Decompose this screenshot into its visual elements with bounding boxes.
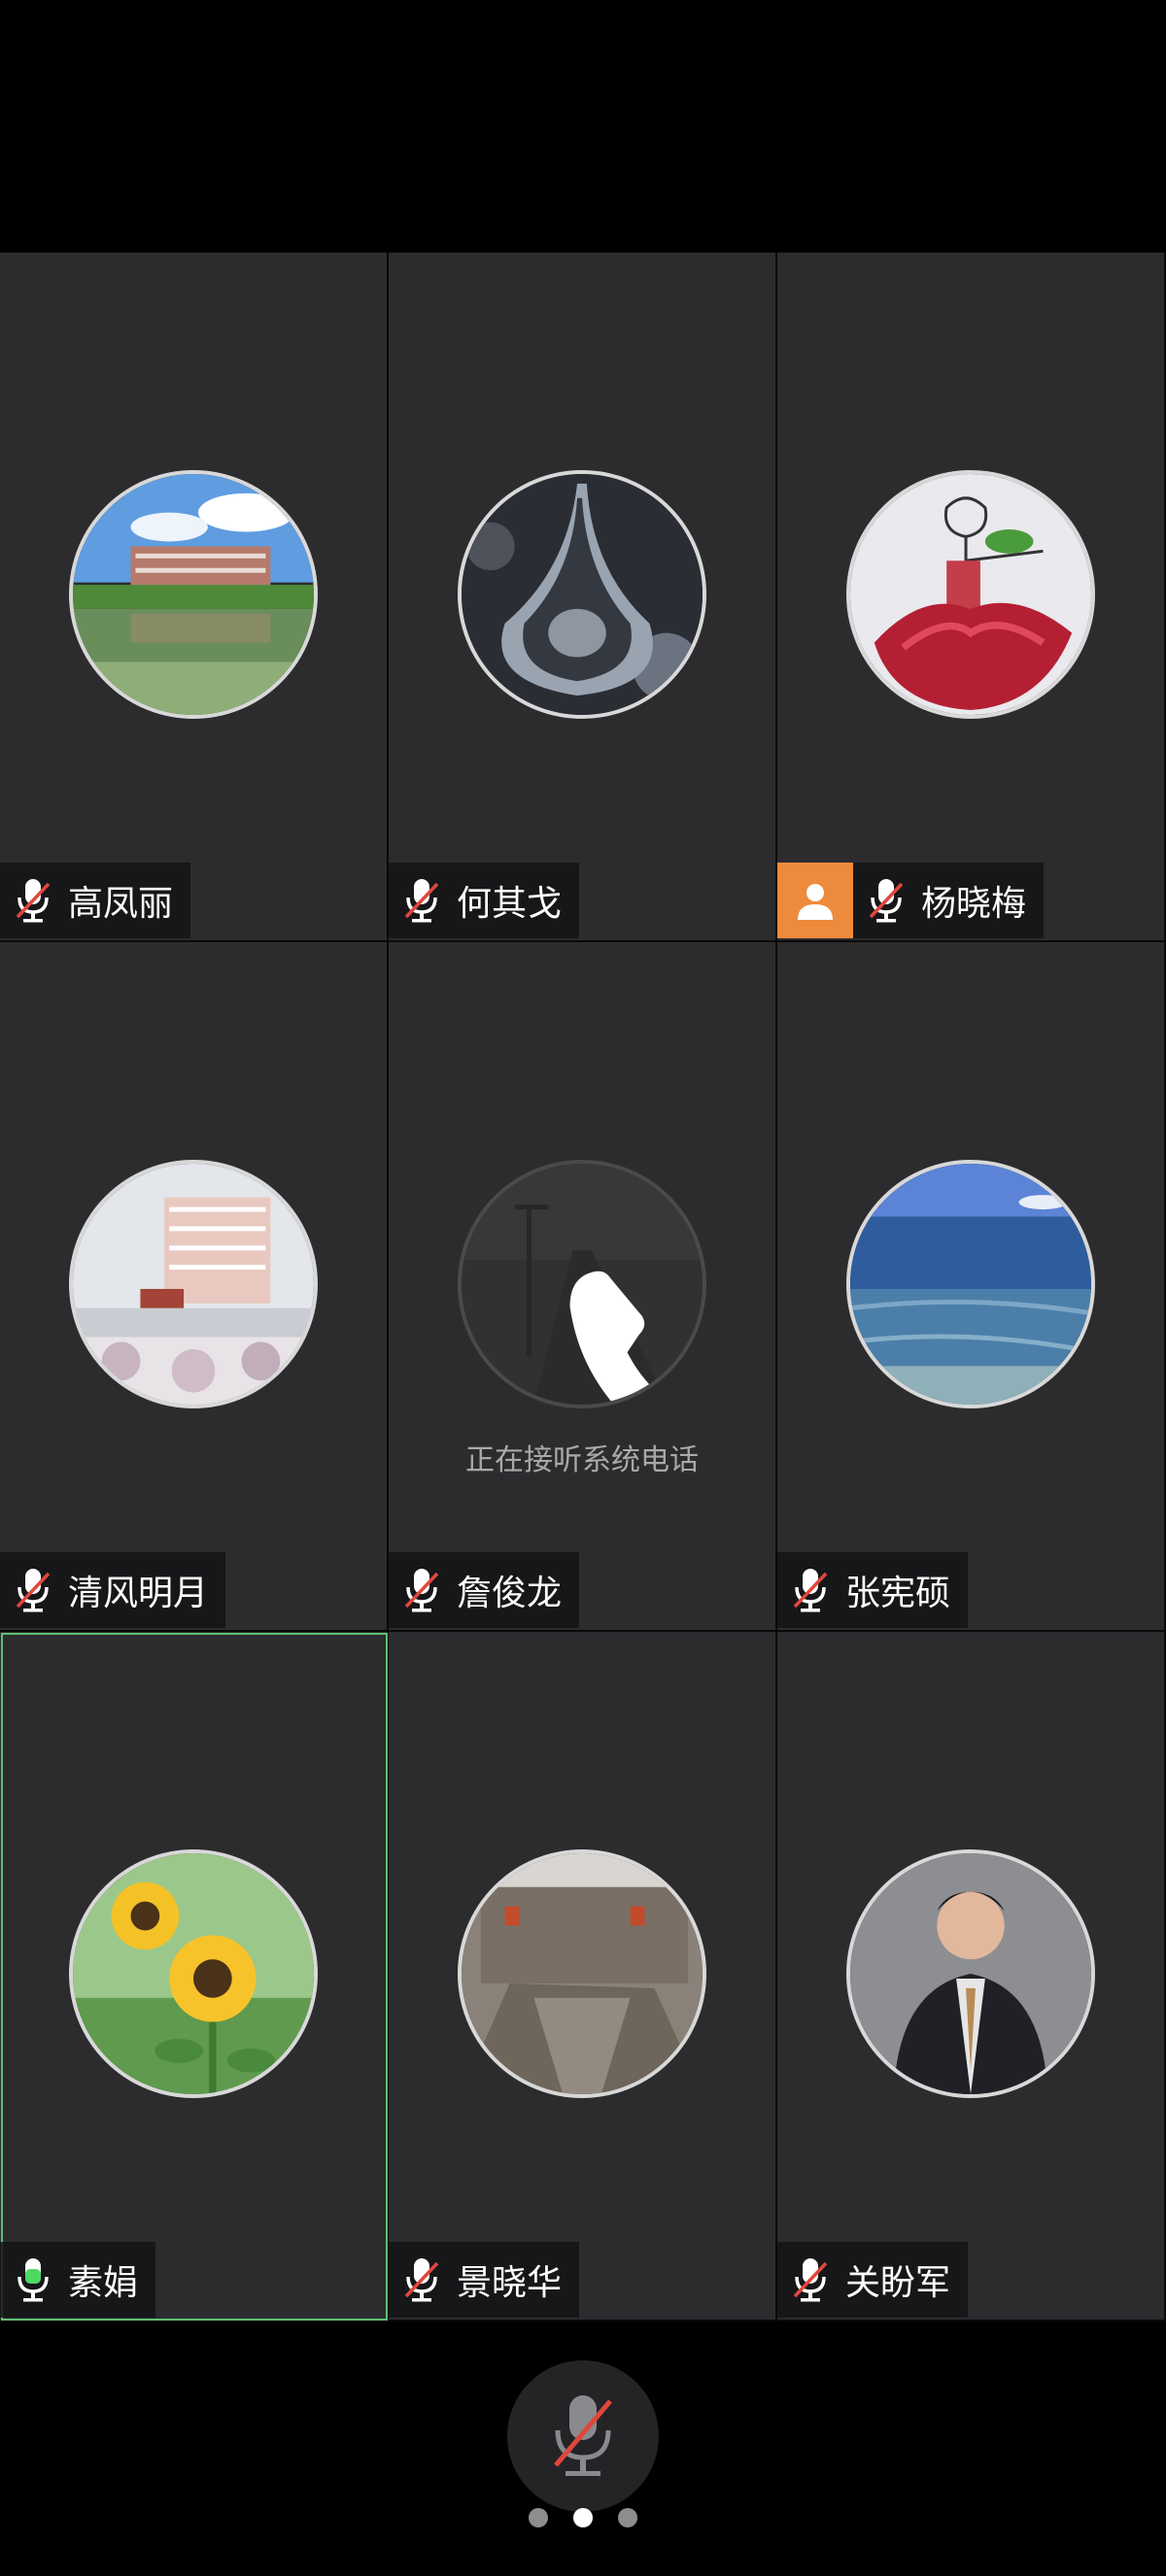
participant-name: 关盼军 [845, 2263, 951, 2303]
top-black-area [0, 0, 1166, 253]
mic-muted-icon [16, 1569, 51, 1612]
participant-name: 景晓华 [457, 2263, 563, 2303]
participant-name: 素娟 [68, 2263, 139, 2303]
name-tag: 关盼军 [777, 2242, 969, 2318]
avatar [69, 470, 318, 719]
page-dot[interactable] [618, 2508, 637, 2527]
participant-tile[interactable]: 高凤丽 [0, 253, 389, 942]
phone-icon [569, 1271, 703, 1405]
mic-muted-icon [793, 1569, 828, 1612]
name-tag: 詹俊龙 [389, 1552, 580, 1628]
avatar [458, 1849, 706, 2098]
call-status-text: 正在接听系统电话 [465, 1443, 699, 1477]
participant-tile[interactable]: 何其戈 [389, 253, 777, 942]
mic-muted-icon [404, 1569, 439, 1612]
name-tag: 张宪硕 [777, 1552, 969, 1628]
avatar [846, 1849, 1095, 2098]
name-tag: 何其戈 [389, 863, 580, 938]
avatar [458, 470, 706, 719]
participant-tile[interactable]: 张宪硕 [777, 942, 1166, 1632]
avatar [69, 1160, 318, 1408]
page-dot[interactable] [529, 2508, 548, 2527]
mute-toggle-button[interactable] [507, 2360, 659, 2512]
name-tag: 素娟 [0, 2242, 156, 2318]
mic-speaking-icon [17, 2258, 49, 2302]
avatar [846, 470, 1095, 719]
name-tag: 高凤丽 [0, 863, 191, 938]
participant-tile[interactable]: 关盼军 [777, 1632, 1166, 2322]
bottom-control-bar [0, 2322, 1166, 2576]
meeting-screen: 高凤丽 何其戈 杨晓梅 清风明月 正在接听系统电话 詹俊龙 张宪硕 素娟 景晓华… [0, 0, 1166, 2576]
avatar [458, 1160, 706, 1408]
participant-tile-active-speaker[interactable]: 素娟 [0, 1632, 389, 2322]
mic-muted-icon [554, 2395, 612, 2476]
avatar [846, 1160, 1095, 1408]
participant-name: 杨晓梅 [921, 884, 1027, 924]
participant-tile[interactable]: 景晓华 [389, 1632, 777, 2322]
mic-muted-icon [404, 2258, 439, 2302]
page-indicator [0, 2508, 1166, 2527]
mic-muted-icon [869, 879, 904, 923]
host-badge [777, 863, 853, 938]
name-tag: 清风明月 [0, 1552, 226, 1628]
participant-name: 清风明月 [68, 1574, 209, 1613]
participant-tile[interactable]: 杨晓梅 [777, 253, 1166, 942]
participant-tile[interactable]: 清风明月 [0, 942, 389, 1632]
avatar [69, 1849, 318, 2098]
name-tag: 景晓华 [389, 2242, 580, 2318]
name-tag: 杨晓梅 [777, 863, 1045, 938]
participant-tile[interactable]: 正在接听系统电话 詹俊龙 [389, 942, 777, 1632]
host-user-icon [798, 884, 833, 920]
participant-name: 詹俊龙 [457, 1574, 563, 1613]
mic-muted-icon [16, 879, 51, 923]
participant-name: 张宪硕 [845, 1574, 951, 1613]
page-dot-current[interactable] [573, 2508, 593, 2527]
mic-muted-icon [793, 2258, 828, 2302]
participant-name: 何其戈 [457, 884, 563, 924]
participant-grid: 高凤丽 何其戈 杨晓梅 清风明月 正在接听系统电话 詹俊龙 张宪硕 素娟 景晓华… [0, 253, 1166, 2322]
mic-muted-icon [404, 879, 439, 923]
participant-name: 高凤丽 [68, 884, 174, 924]
